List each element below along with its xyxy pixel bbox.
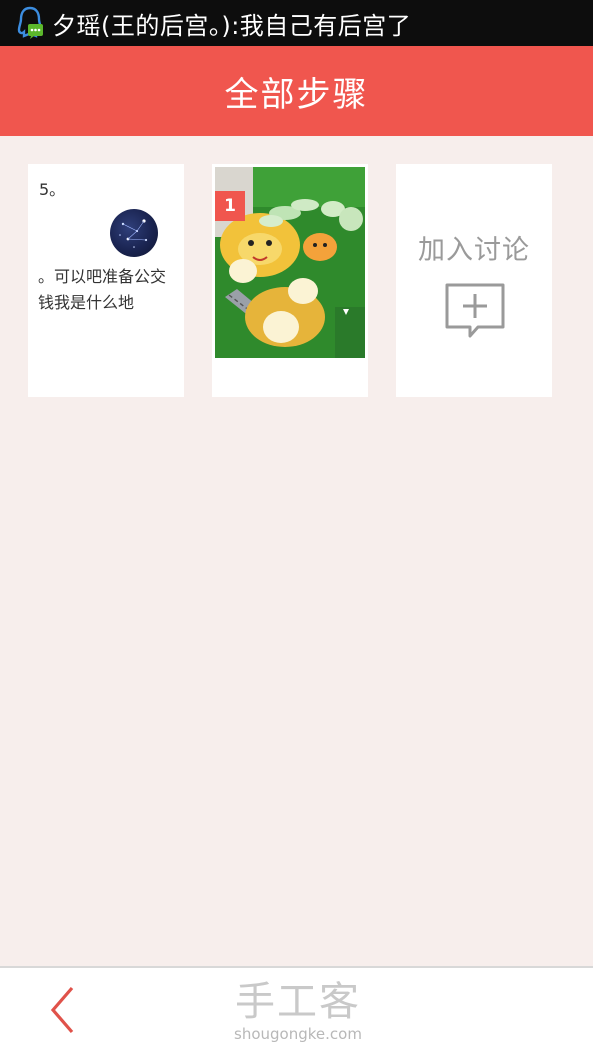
header-bar: 全部步骤 <box>0 46 593 136</box>
step-card-1[interactable]: 1 <box>212 164 368 397</box>
step-number-badge: 1 <box>215 191 245 221</box>
chevron-left-icon <box>48 985 78 1039</box>
logo-domain: shougongke.com <box>234 1025 362 1043</box>
constellation-avatar-icon <box>110 209 158 257</box>
join-discussion-label: 加入讨论 <box>418 235 530 266</box>
app-logo: 手工客 shougongke.com <box>198 980 398 1044</box>
qq-penguin-chat-icon <box>16 6 44 40</box>
chat-bubble-plus-icon <box>444 282 506 340</box>
logo-text: 手工客 <box>235 979 361 1025</box>
step-description: 。可以吧准备公交钱我是什么地 <box>38 267 167 312</box>
notification-text: 夕瑶(王的后宫。):我自己有后宫了 <box>52 11 412 40</box>
step-number: 5。 <box>39 180 66 199</box>
status-bar: 夕瑶(王的后宫。):我自己有后宫了 <box>0 0 593 46</box>
back-button[interactable] <box>38 986 88 1038</box>
step-card-5[interactable]: 5。 。可以吧准备公交钱我是什么地 <box>28 164 184 397</box>
join-discussion-card[interactable]: 加入讨论 <box>396 164 552 397</box>
page-title: 全部步骤 <box>224 74 369 115</box>
bottom-bar: 手工客 shougongke.com <box>0 966 593 1055</box>
